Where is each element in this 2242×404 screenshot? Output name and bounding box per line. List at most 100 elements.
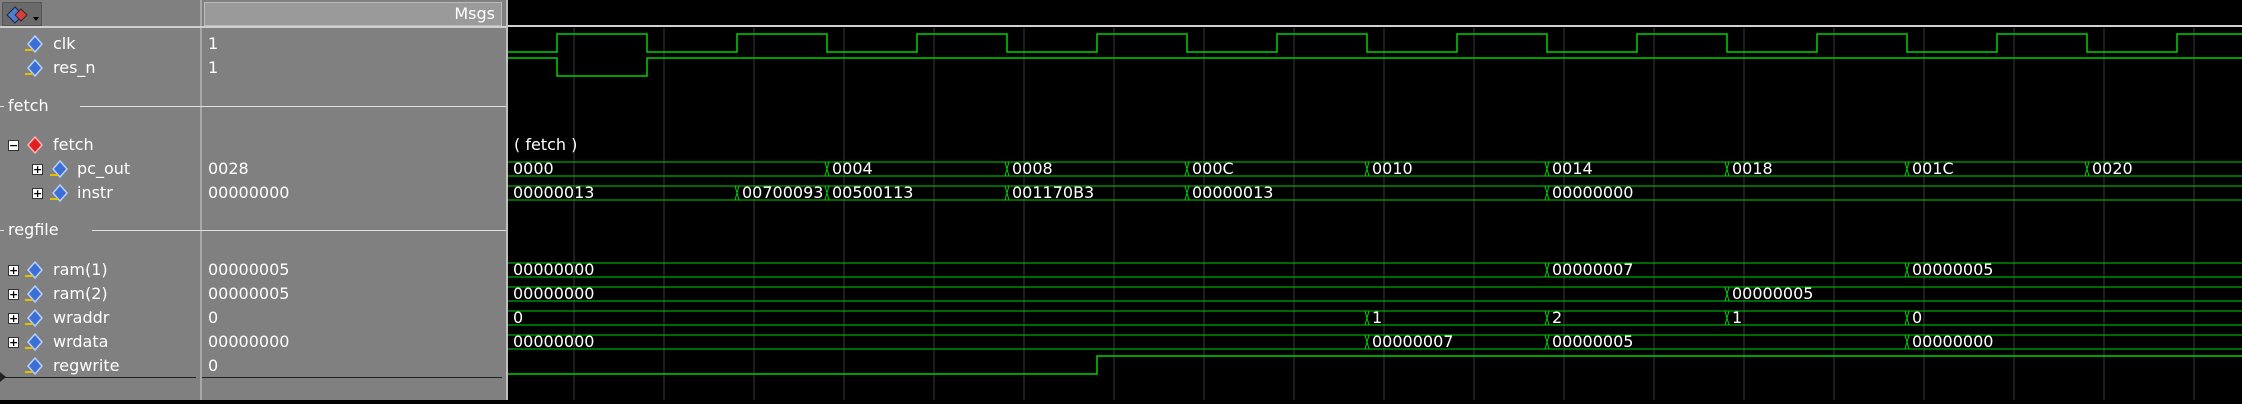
collapse-icon[interactable]: − (8, 140, 19, 151)
signal-row-clk[interactable]: clk (0, 32, 200, 56)
divider-line (0, 230, 4, 231)
value-ram-1: 00000005 (208, 260, 290, 279)
expand-icon[interactable]: + (8, 337, 19, 348)
diamond-blue-icon (50, 159, 68, 179)
expand-icon[interactable]: + (8, 289, 19, 300)
pc-out-bus-value: 000C (1192, 159, 1234, 178)
value-res-n: 1 (208, 58, 219, 77)
divider-line (92, 230, 202, 231)
pc-out-transition (1004, 161, 1010, 177)
wrdata-bus-value: 00000000 (1912, 332, 1993, 351)
selection-underline (0, 377, 196, 378)
ram-1-bus-value: 00000005 (1912, 260, 1993, 279)
ram-2-bus-value: 00000000 (513, 284, 594, 303)
header-separator (202, 26, 506, 28)
signal-name-pc-out: pc_out (77, 159, 131, 178)
pc-out-transition (2084, 161, 2090, 177)
diamond-red-icon (27, 135, 43, 155)
instr-bus-value: 001170B3 (1012, 183, 1094, 202)
wraddr-transition (1724, 310, 1730, 326)
signal-values-pane: Msgs 1 1 0028 00000000 00000005 00000005… (202, 0, 508, 400)
value-ram-2: 00000005 (208, 284, 290, 303)
wraddr-bus-value: 1 (1732, 308, 1742, 327)
value-clk: 1 (208, 34, 219, 53)
clk-wave (508, 33, 2242, 53)
wave-tools-button[interactable] (2, 2, 42, 26)
signal-row-instr[interactable]: + instr (0, 181, 200, 205)
signal-name-fetch: fetch (53, 135, 94, 154)
expand-icon[interactable]: + (32, 164, 43, 175)
signal-name-regwrite: regwrite (53, 356, 120, 375)
wraddr-bus-value: 0 (1912, 308, 1922, 327)
signal-row-res-n[interactable]: res_n (0, 56, 200, 80)
divider-line (202, 230, 506, 231)
divider-regfile-label: regfile (8, 220, 59, 239)
signal-row-regwrite[interactable]: regwrite (0, 354, 200, 378)
ram-2-transition (1724, 286, 1730, 302)
wraddr-bus-value: 1 (1372, 308, 1382, 327)
expand-icon[interactable]: + (32, 188, 43, 199)
wrdata-transition (1544, 334, 1550, 350)
msgs-column-header[interactable]: Msgs (204, 2, 502, 26)
ram-1-transition (1904, 262, 1910, 278)
pc-out-bus-value: 0018 (1732, 159, 1773, 178)
wrdata-bus-value: 00000000 (513, 332, 594, 351)
pc-out-transition (1724, 161, 1730, 177)
value-regwrite: 0 (208, 356, 219, 375)
signal-row-ram-2[interactable]: + ram(2) (0, 282, 200, 306)
selection-underline (202, 377, 502, 378)
pc-out-bus-value: 0010 (1372, 159, 1413, 178)
diamond-blue-icon (50, 183, 68, 203)
wraddr-transition (1364, 310, 1370, 326)
wraddr-bus-value: 0 (513, 308, 523, 327)
pc-out-transition (1544, 161, 1550, 177)
pc-out-transition (1364, 161, 1370, 177)
divider-line (80, 106, 202, 107)
signal-row-wraddr[interactable]: + wraddr (0, 306, 200, 330)
ram-2-bus-value: 00000005 (1732, 284, 1813, 303)
signal-row-fetch[interactable]: − fetch (0, 133, 200, 157)
instr-bus-value: 00700093 (742, 183, 823, 202)
signal-name-res-n: res_n (53, 58, 96, 77)
diamond-blue-icon (25, 260, 43, 280)
pc-out-transition (1184, 161, 1190, 177)
signal-name-instr: instr (77, 183, 113, 202)
instr-transition (734, 185, 740, 201)
diamond-blue-icon (25, 34, 43, 54)
instr-bus-value: 00500113 (832, 183, 913, 202)
header-separator (0, 26, 202, 28)
diamond-blue-icon (25, 58, 43, 78)
value-instr: 00000000 (208, 183, 290, 202)
signal-name-wraddr: wraddr (53, 308, 110, 327)
instr-transition (1184, 185, 1190, 201)
wrdata-bus-value: 00000005 (1552, 332, 1633, 351)
diamond-blue-icon (25, 308, 43, 328)
instr-bus-value: 00000013 (513, 183, 594, 202)
pc-out-bus-value: 0008 (1012, 159, 1053, 178)
waveform-header (508, 0, 2242, 26)
instr-transition (1004, 185, 1010, 201)
pc-out-transition (824, 161, 830, 177)
value-wraddr: 0 (208, 308, 219, 327)
wraddr-bus-value: 2 (1552, 308, 1562, 327)
signal-name-ram-2: ram(2) (53, 284, 108, 303)
instr-transition (1544, 185, 1550, 201)
res-n-wave (508, 57, 2242, 77)
wraddr-transition (1904, 310, 1910, 326)
waveform-canvas[interactable]: ( fetch )0000 0004 0008 000C 0010 0014 0018 001… (508, 0, 2242, 400)
wave-tools-icon (6, 6, 39, 24)
divider-line (0, 106, 4, 107)
waveform-pane[interactable]: ( fetch ) 0000 0004 0008 000C 0010 0014 0018 001… (508, 0, 2242, 400)
wrdata-bus-value: 00000007 (1372, 332, 1453, 351)
signal-row-wrdata[interactable]: + wrdata (0, 330, 200, 354)
signal-row-pc-out[interactable]: + pc_out (0, 157, 200, 181)
instr-bus-value: 00000013 (1192, 183, 1273, 202)
wrdata-transition (1364, 334, 1370, 350)
value-pc-out: 0028 (208, 159, 249, 178)
row-marker-icon (0, 372, 6, 382)
expand-icon[interactable]: + (8, 313, 19, 324)
instr-transition (824, 185, 830, 201)
signal-row-ram-1[interactable]: + ram(1) (0, 258, 200, 282)
divider-line (202, 106, 506, 107)
expand-icon[interactable]: + (8, 265, 19, 276)
